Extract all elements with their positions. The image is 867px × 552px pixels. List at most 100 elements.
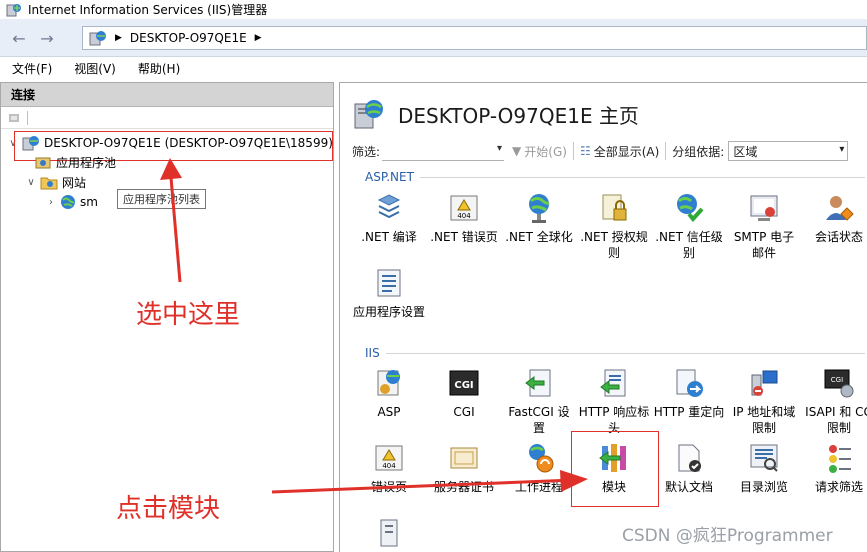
connect-icon[interactable] (7, 111, 21, 125)
feature-directory-browsing[interactable]: 目录浏览 (728, 441, 800, 495)
feature-http-headers[interactable]: HTTP 响应标头 (578, 366, 650, 436)
chevron-right-icon[interactable]: › (46, 197, 56, 208)
feature-label: .NET 编译 (361, 230, 417, 244)
certificate-icon (450, 447, 478, 469)
cgi-icon: CGI (449, 370, 479, 396)
iis-app-icon (6, 3, 21, 16)
group-by-label: 分组依据: (672, 144, 725, 159)
feature-label: 工作进程 (514, 480, 563, 494)
feature-dotnet-compile[interactable]: .NET 编译 (353, 191, 425, 245)
dotnet-compile-icon (377, 194, 401, 219)
feature-smtp-email[interactable]: SMTP 电子邮件 (728, 191, 800, 261)
asp-icon (377, 370, 400, 396)
feature-fastcgi[interactable]: FastCGI 设置 (503, 366, 575, 436)
chevron-down-icon[interactable]: ∨ (26, 177, 36, 188)
feature-default-document[interactable]: 默认文档 (653, 441, 725, 495)
feature-label: ISAPI 和 CG限制 (805, 405, 867, 435)
error-page-icon: 404 (375, 445, 403, 471)
feature-ip-restrictions[interactable]: IP 地址和域限制 (728, 366, 800, 436)
feature-dotnet-authorization[interactable]: .NET 授权规则 (578, 191, 650, 261)
worker-process-icon (529, 444, 554, 473)
feature-label: ASP (377, 405, 401, 419)
menu-view[interactable]: 视图(V) (70, 58, 120, 79)
feature-server-certificates[interactable]: 服务器证书 (428, 441, 500, 495)
section-aspnet-label: ASP.NET (365, 170, 414, 184)
forward-button[interactable]: → (34, 27, 60, 49)
globe-icon (61, 195, 75, 209)
feature-dotnet-globalization[interactable]: .NET 全球化 (503, 191, 575, 245)
feature-dotnet-trust[interactable]: .NET 信任级别 (653, 191, 725, 261)
show-all-button[interactable]: ☷ 全部显示(A) (580, 143, 659, 160)
lock-icon (602, 194, 627, 221)
address-bar: ← → ▶ DESKTOP-O97QE1E ▶ (0, 19, 867, 57)
breadcrumb-separator-icon: ▶ (254, 33, 262, 43)
http-redirect-icon (676, 369, 703, 397)
feature-app-settings[interactable]: 应用程序设置 (353, 266, 425, 320)
svg-text:404: 404 (457, 212, 471, 220)
filter-input[interactable] (382, 141, 505, 161)
back-button[interactable]: ← (6, 27, 32, 49)
feature-request-filtering[interactable]: 请求筛选 (803, 441, 867, 495)
feature-http-redirect[interactable]: HTTP 重定向 (653, 366, 725, 420)
address-box[interactable]: ▶ DESKTOP-O97QE1E ▶ (82, 26, 867, 50)
tree-label-site-sm: sm (80, 195, 98, 209)
filter-label: 筛选: (352, 144, 381, 159)
title-bar: Internet Information Services (IIS)管理器 (0, 0, 867, 19)
fastcgi-icon (525, 369, 551, 397)
connections-header: 连接 (1, 83, 333, 107)
server-icon (89, 31, 106, 46)
trust-check-icon (677, 194, 704, 223)
feature-label: 默认文档 (664, 480, 713, 494)
arrow-left-icon: ← (12, 28, 26, 48)
section-divider (385, 352, 865, 354)
feature-label: CGI (453, 405, 475, 419)
feature-partial[interactable] (353, 515, 425, 549)
section-aspnet: ASP.NET (365, 170, 865, 184)
globe-icon (529, 194, 550, 223)
breadcrumb-server[interactable]: DESKTOP-O97QE1E (130, 31, 247, 45)
sites-folder-icon (40, 177, 58, 190)
feature-label: HTTP 重定向 (653, 405, 725, 419)
section-divider (419, 176, 865, 178)
feature-error-pages[interactable]: 404 错误页 (353, 441, 425, 495)
breadcrumb-separator-icon: ▶ (115, 33, 122, 43)
start-button[interactable]: ▼ 开始(G) (512, 143, 567, 160)
dir-browse-icon (750, 444, 778, 472)
annotation-click-modules: 点击模块 (116, 494, 221, 524)
arrow-right-icon: → (40, 28, 54, 48)
menu-file[interactable]: 文件(F) (8, 58, 56, 79)
svg-text:CGI: CGI (454, 380, 473, 391)
feature-label: FastCGI 设置 (508, 405, 570, 435)
tree-item-site-sm[interactable]: › sm (46, 193, 98, 211)
annotation-select-here: 选中这里 (136, 300, 241, 330)
tree-item-app-pools[interactable]: 应用程序池 (34, 153, 116, 171)
menu-help[interactable]: 帮助(H) (134, 58, 184, 79)
feature-worker-processes[interactable]: 工作进程 (503, 441, 575, 495)
server-icon (354, 100, 383, 129)
page-title: DESKTOP-O97QE1E 主页 (398, 103, 639, 128)
feature-label: .NET 错误页 (430, 230, 498, 244)
feature-dotnet-error-pages[interactable]: 404 .NET 错误页 (428, 191, 500, 245)
filter-separator (572, 142, 574, 160)
tree-item-sites[interactable]: ∨ 网站 (26, 173, 86, 191)
feature-session-state[interactable]: 会话状态 (803, 191, 867, 245)
feature-label: 会话状态 (814, 230, 863, 244)
default-doc-icon (678, 444, 701, 472)
request-filter-icon (829, 445, 851, 473)
filter-separator (665, 142, 667, 160)
section-iis-label: IIS (365, 346, 380, 360)
feature-cgi[interactable]: CGI CGI (428, 366, 500, 420)
feature-label: SMTP 电子邮件 (733, 230, 795, 260)
app-pool-icon (35, 157, 51, 169)
feature-label: 服务器证书 (433, 480, 494, 494)
toolbar-separator (27, 110, 28, 125)
group-by-value: 区域 (733, 144, 758, 159)
feature-isapi-cgi[interactable]: CGI ISAPI 和 CG限制 (803, 366, 867, 436)
funnel-icon: ▼ (512, 144, 522, 158)
session-user-icon (826, 196, 854, 221)
group-by-select[interactable]: 区域 (728, 141, 849, 161)
feature-asp[interactable]: ASP (353, 366, 425, 420)
feature-label: .NET 授权规则 (580, 230, 648, 260)
window-title: Internet Information Services (IIS)管理器 (28, 3, 268, 17)
tree-label-sites: 网站 (62, 175, 87, 190)
